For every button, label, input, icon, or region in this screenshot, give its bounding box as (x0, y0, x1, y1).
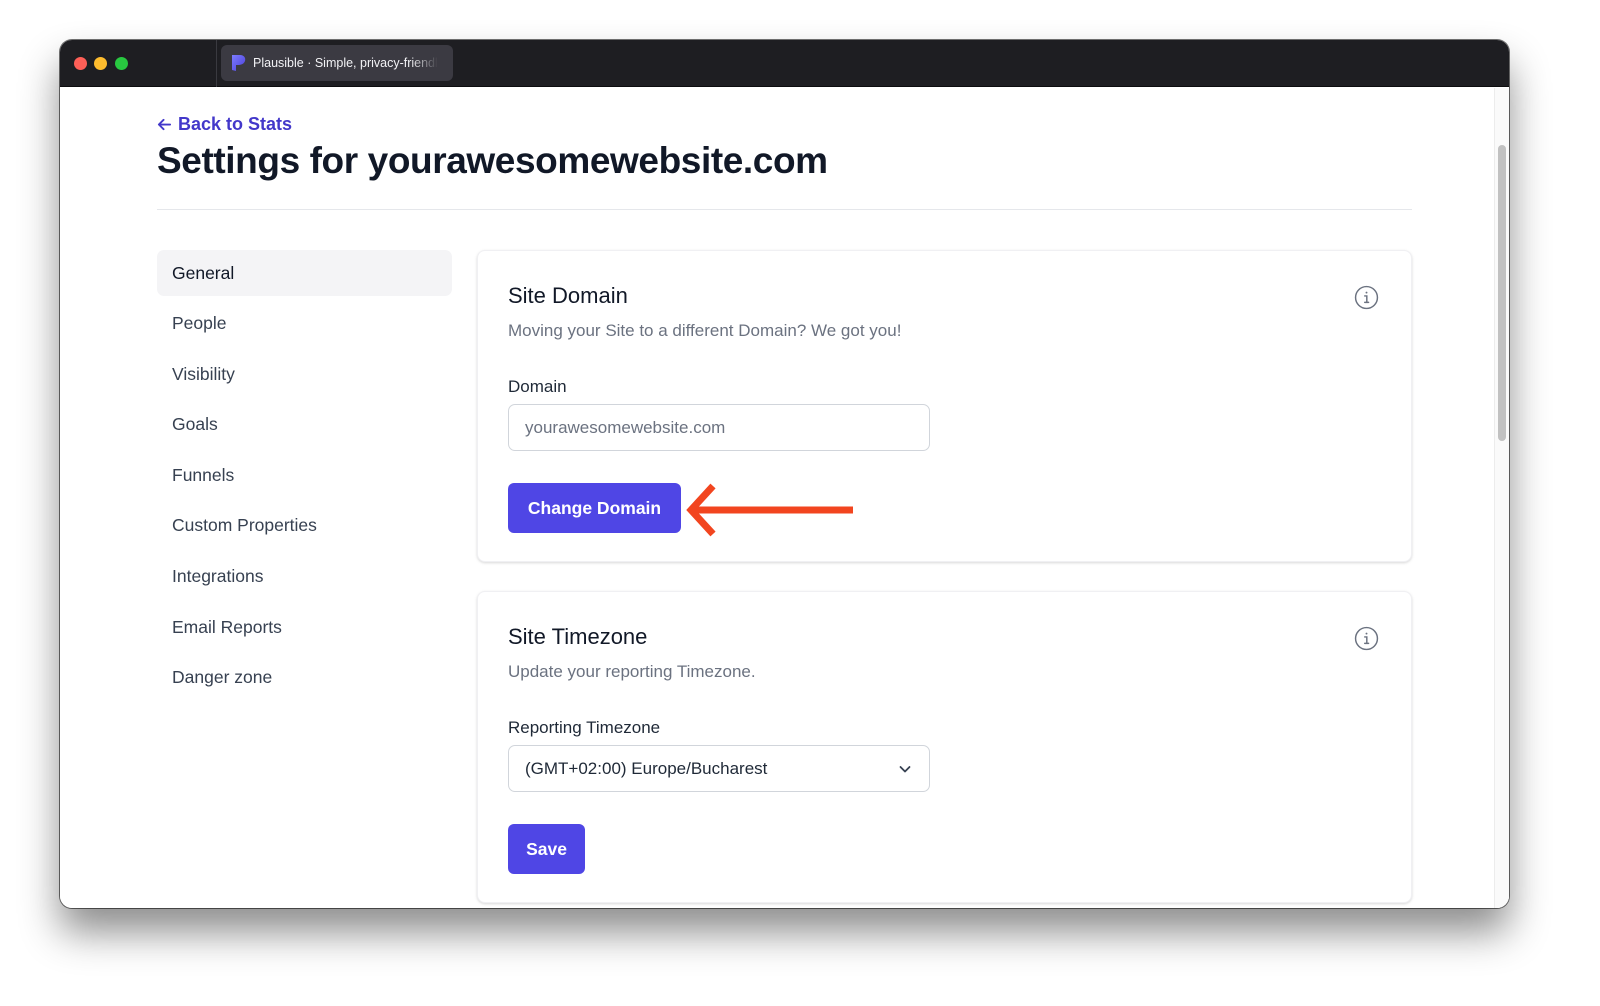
sidebar-item-label: Custom Properties (172, 515, 317, 536)
sidebar-item-label: People (172, 313, 227, 334)
timezone-field-label: Reporting Timezone (508, 718, 661, 737)
arrow-left-icon (157, 118, 172, 131)
sidebar-item-general[interactable]: General (157, 250, 452, 296)
browser-window: Plausible · Simple, privacy-friendly ana… (60, 40, 1509, 908)
maximize-window-button[interactable] (115, 57, 128, 70)
tab-title: Plausible · Simple, privacy-friendly ana… (253, 56, 438, 70)
sidebar-item-label: Email Reports (172, 616, 282, 637)
info-icon[interactable] (1354, 626, 1379, 651)
sidebar-item-funnels[interactable]: Funnels (157, 452, 452, 498)
back-link-label: Back to Stats (178, 114, 293, 134)
title-divider (157, 209, 1412, 210)
sidebar-item-label: Danger zone (172, 667, 273, 688)
sidebar-item-label: Integrations (172, 566, 264, 587)
site-timezone-description: Update your reporting Timezone. (508, 662, 756, 681)
sidebar-item-email-reports[interactable]: Email Reports (157, 604, 452, 650)
title-bar: Plausible · Simple, privacy-friendly ana… (60, 40, 1509, 87)
titlebar-divider (216, 40, 217, 87)
change-domain-button[interactable]: Change Domain (508, 483, 681, 533)
sidebar-item-label: Visibility (172, 363, 235, 384)
scrollbar-track[interactable] (1494, 88, 1509, 908)
sidebar-item-people[interactable]: People (157, 301, 452, 347)
page-title: Settings for yourawesomewebsite.com (157, 140, 828, 181)
sidebar-item-label: Goals (172, 414, 218, 435)
minimize-window-button[interactable] (94, 57, 107, 70)
scrollbar-thumb[interactable] (1498, 145, 1506, 441)
settings-sidebar: General People Visibility Goals Funnels … (157, 250, 452, 705)
site-timezone-card: Site Timezone Update your reporting Time… (477, 591, 1412, 903)
annotation-arrow-icon (686, 483, 853, 537)
close-window-button[interactable] (74, 57, 87, 70)
browser-tab[interactable]: Plausible · Simple, privacy-friendly ana… (221, 45, 453, 81)
sidebar-item-goals[interactable]: Goals (157, 402, 452, 448)
plausible-logo-icon (232, 55, 246, 71)
sidebar-item-visibility[interactable]: Visibility (157, 351, 452, 397)
sidebar-item-label: Funnels (172, 464, 235, 485)
site-domain-description: Moving your Site to a different Domain? … (508, 321, 902, 340)
sidebar-item-integrations[interactable]: Integrations (157, 554, 452, 600)
info-icon[interactable] (1354, 285, 1379, 310)
sidebar-item-label: General (172, 262, 235, 283)
chevron-down-icon (899, 765, 911, 772)
site-domain-title: Site Domain (508, 283, 628, 308)
timezone-selected-value: (GMT+02:00) Europe/Bucharest (525, 758, 768, 778)
save-timezone-button[interactable]: Save (508, 824, 585, 874)
domain-field-label: Domain (508, 377, 567, 396)
timezone-select[interactable]: (GMT+02:00) Europe/Bucharest (508, 745, 930, 792)
sidebar-item-danger-zone[interactable]: Danger zone (157, 655, 452, 701)
domain-input[interactable] (508, 404, 930, 451)
sidebar-item-custom-properties[interactable]: Custom Properties (157, 503, 452, 549)
back-to-stats-link[interactable]: Back to Stats (157, 114, 292, 135)
site-domain-card: Site Domain Moving your Site to a differ… (477, 250, 1412, 562)
site-timezone-title: Site Timezone (508, 624, 648, 649)
